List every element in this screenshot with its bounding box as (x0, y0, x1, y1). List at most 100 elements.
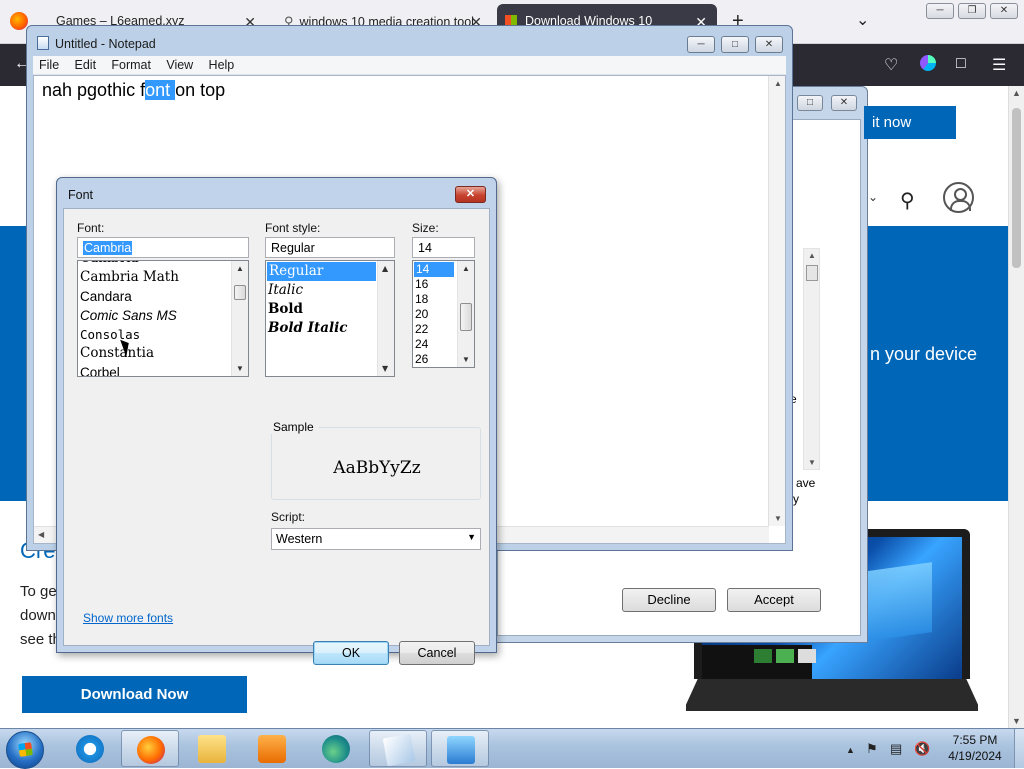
media-player-button[interactable] (243, 730, 301, 767)
font-list-item[interactable]: Consolas (78, 325, 248, 344)
window-title: Untitled - Notepad (37, 36, 156, 51)
font-style-scrollbar[interactable]: ▲ ▼ (377, 261, 394, 376)
document-text[interactable]: nah pgothic font on top (42, 80, 225, 101)
extensions-icon[interactable]: □ (956, 55, 966, 73)
close-icon[interactable]: ✕ (455, 186, 486, 203)
show-more-fonts-link[interactable]: Show more fonts (83, 611, 173, 625)
scroll-up-icon[interactable]: ▲ (382, 264, 388, 273)
media-creation-tool-button[interactable] (431, 730, 489, 767)
firefox-icon (10, 12, 28, 30)
account-icon[interactable] (918, 53, 938, 73)
restore-icon[interactable]: ❐ (958, 3, 986, 19)
network-icon[interactable]: ▤ (890, 741, 902, 757)
show-desktop-button[interactable] (1014, 729, 1024, 768)
font-list-item[interactable]: Cambria (78, 261, 248, 268)
minimize-icon[interactable]: ─ (926, 3, 954, 19)
scroll-up-icon[interactable]: ▲ (462, 264, 470, 273)
scroll-down-icon[interactable]: ▼ (1012, 716, 1021, 726)
menu-format[interactable]: Format (105, 56, 157, 74)
dropdown-arrow-icon: ▼ (467, 532, 476, 542)
font-size-item[interactable]: 14 (414, 262, 454, 277)
file-explorer-button[interactable] (183, 730, 241, 767)
font-style-item-regular[interactable]: Regular (267, 262, 376, 281)
font-list-item[interactable]: Corbel (78, 363, 248, 376)
firefox-icon (137, 736, 165, 764)
internet-explorer-button[interactable] (61, 730, 119, 767)
font-list-item[interactable]: Cambria Math (78, 268, 248, 287)
list-all-tabs-button[interactable]: ⌄ (856, 10, 869, 30)
get-it-now-button[interactable]: it now (864, 106, 956, 139)
accept-button[interactable]: Accept (727, 588, 821, 612)
maximize-icon[interactable]: □ (721, 36, 749, 53)
scroll-up-icon[interactable]: ▲ (236, 264, 244, 273)
firefox-taskbar-button[interactable] (121, 730, 179, 767)
sample-text: AaBbYyZz (333, 458, 421, 478)
menu-edit[interactable]: Edit (69, 56, 103, 74)
scroll-down-icon[interactable]: ▼ (236, 364, 244, 373)
media-player-icon (258, 735, 286, 763)
hero-text: n your device (870, 344, 978, 364)
ok-button[interactable]: OK (313, 641, 389, 665)
scroll-down-icon[interactable]: ▼ (808, 458, 816, 467)
font-style-item-italic[interactable]: Italic (266, 281, 394, 300)
search-icon[interactable]: ⚲ (900, 188, 915, 213)
font-size-list[interactable]: 14 16 18 20 22 24 26 ▲ ▼ (412, 260, 475, 368)
font-size-scrollbar[interactable]: ▲ ▼ (457, 261, 474, 367)
menu-file[interactable]: File (33, 56, 65, 74)
scroll-thumb[interactable] (460, 303, 472, 331)
font-dialog: Font ✕ Font: Cambria Cambria Cambria Mat… (56, 177, 497, 665)
action-center-flag-icon[interactable]: ⚑ (866, 741, 878, 757)
internet-explorer-icon (76, 735, 104, 763)
vertical-scrollbar[interactable]: ▲ ▼ (768, 76, 785, 526)
edge-button[interactable] (307, 730, 365, 767)
volume-muted-icon[interactable]: 🔇 (914, 741, 930, 757)
size-label: Size: (412, 221, 439, 235)
scroll-up-icon[interactable]: ▲ (774, 79, 782, 88)
scroll-left-icon[interactable]: ◀ (38, 530, 44, 539)
font-list[interactable]: Cambria Cambria Math Candara Comic Sans … (77, 260, 249, 377)
close-icon[interactable]: ✕ (990, 3, 1018, 19)
scroll-thumb[interactable] (1012, 108, 1021, 268)
scroll-down-icon[interactable]: ▼ (382, 364, 388, 373)
font-list-item[interactable]: Constantia (78, 344, 248, 363)
font-style-input[interactable]: Regular (265, 237, 395, 258)
font-list-item[interactable]: Comic Sans MS (78, 306, 248, 325)
scroll-up-icon[interactable]: ▲ (1012, 88, 1021, 98)
menu-view[interactable]: View (160, 56, 199, 74)
pocket-icon[interactable]: ♡ (884, 55, 898, 75)
avatar[interactable] (943, 182, 974, 213)
scroll-thumb[interactable] (234, 285, 246, 300)
notepad-taskbar-button[interactable] (369, 730, 427, 767)
show-hidden-icons-icon[interactable]: ▲ (846, 745, 855, 755)
clock-time: 7:55 PM (952, 733, 998, 747)
script-select[interactable]: Western ▼ (271, 528, 481, 550)
font-style-list[interactable]: Regular Italic Bold Bold Italic ▲ ▼ (265, 260, 395, 377)
font-style-item-bold[interactable]: Bold (266, 300, 394, 319)
decline-button[interactable]: Decline (622, 588, 716, 612)
chevron-down-icon[interactable]: ⌄ (868, 190, 878, 204)
notepad-icon (37, 36, 49, 50)
scroll-down-icon[interactable]: ▼ (774, 514, 782, 523)
cancel-button[interactable]: Cancel (399, 641, 475, 665)
font-name-input[interactable]: Cambria (77, 237, 249, 258)
page-scrollbar[interactable]: ▲ ▼ (1008, 86, 1024, 728)
notepad-icon (382, 733, 416, 767)
start-button[interactable] (6, 731, 44, 769)
scroll-up-icon[interactable]: ▲ (808, 251, 816, 260)
font-label: Font: (77, 221, 105, 235)
folder-icon (198, 735, 226, 763)
system-clock[interactable]: 7:55 PM 4/19/2024 (942, 732, 1008, 764)
font-style-item-bold-italic[interactable]: Bold Italic (266, 319, 394, 338)
menu-icon[interactable]: ☰ (992, 55, 1006, 75)
font-list-item[interactable]: Candara (78, 287, 248, 306)
menu-help[interactable]: Help (203, 56, 241, 74)
close-icon[interactable]: ✕ (831, 95, 857, 111)
download-now-button[interactable]: Download Now (22, 676, 247, 713)
font-list-scrollbar[interactable]: ▲ ▼ (231, 261, 248, 376)
license-scrollbar[interactable]: ▲ ▼ (803, 248, 820, 470)
minimize-icon[interactable]: ─ (687, 36, 715, 53)
close-icon[interactable]: ✕ (755, 36, 783, 53)
scroll-down-icon[interactable]: ▼ (462, 355, 470, 364)
maximize-icon[interactable]: □ (797, 95, 823, 111)
font-size-input[interactable]: 14 (412, 237, 475, 258)
